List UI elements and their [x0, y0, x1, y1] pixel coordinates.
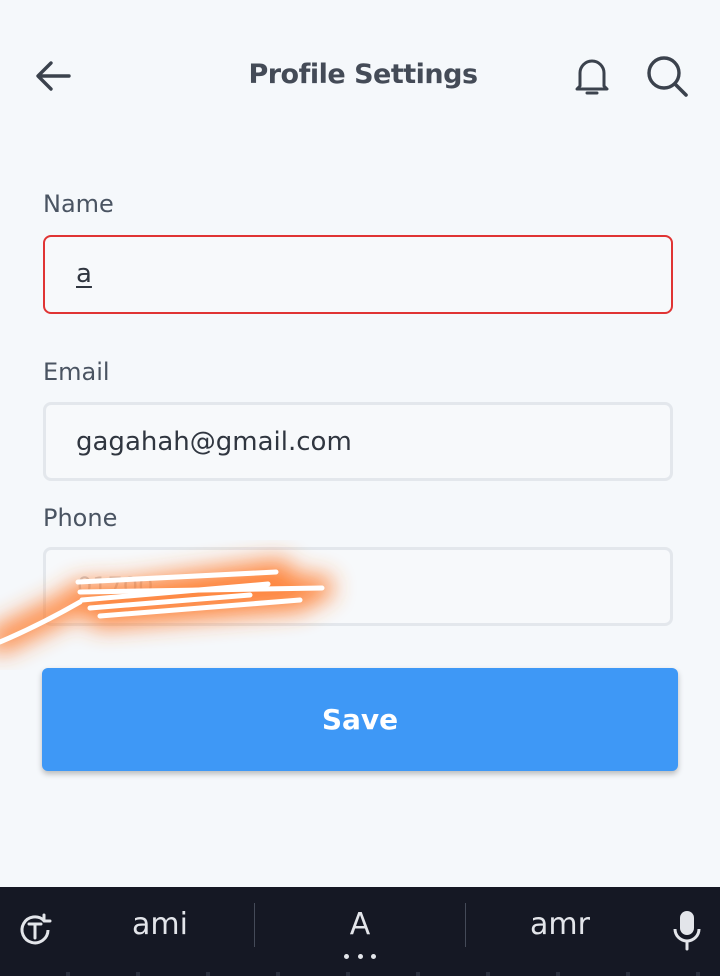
suggestion-divider [465, 903, 466, 947]
email-label: Email [43, 358, 110, 386]
suggestion-1[interactable]: ami [100, 907, 220, 942]
voice-input-button[interactable] [668, 905, 706, 955]
name-field[interactable]: a [43, 235, 673, 314]
search-button[interactable] [640, 50, 694, 102]
name-value: a [76, 259, 92, 289]
translate-icon [20, 913, 52, 945]
phone-placeholder: 01700 [77, 572, 154, 600]
phone-field[interactable]: 01700 [43, 547, 673, 626]
keyboard-tool-button[interactable] [14, 909, 56, 951]
suggestion-divider [254, 903, 255, 947]
email-field[interactable] [43, 402, 673, 481]
phone-label: Phone [43, 504, 118, 532]
app-header: Profile Settings [0, 0, 720, 150]
search-icon [647, 56, 688, 97]
keyboard-suggestion-bar: ami A amr [0, 887, 720, 976]
save-button[interactable]: Save [42, 668, 678, 771]
microphone-icon [673, 911, 701, 951]
suggestion-2[interactable]: A [300, 907, 420, 942]
more-suggestions-indicator [344, 954, 376, 960]
keyboard-key-row-edge [0, 972, 720, 976]
suggestion-3[interactable]: amr [500, 907, 620, 942]
name-label: Name [43, 190, 114, 218]
notifications-button[interactable] [570, 52, 614, 100]
bell-icon [575, 59, 609, 95]
email-input[interactable] [76, 405, 646, 478]
